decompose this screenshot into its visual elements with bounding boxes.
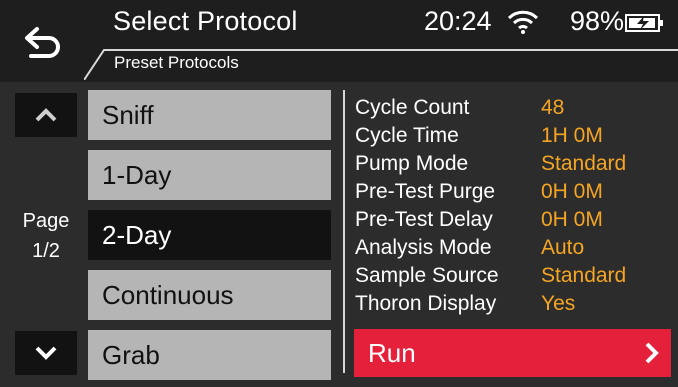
page-indicator: Page 1/2 xyxy=(8,206,84,266)
battery-percent: 98% xyxy=(570,6,625,36)
chevron-down-icon xyxy=(35,346,57,360)
detail-key: Thoron Display xyxy=(355,292,497,315)
detail-value: Standard xyxy=(541,264,627,287)
protocol-2-day-button[interactable]: 2-Day xyxy=(88,210,331,260)
protocol-grab-button[interactable]: Grab xyxy=(88,330,331,380)
run-button[interactable]: Run xyxy=(354,329,671,377)
detail-value: 1H 0M xyxy=(541,124,603,147)
detail-value: 0H 0M xyxy=(541,180,603,203)
back-button[interactable] xyxy=(4,8,82,78)
protocol-sniff-button[interactable]: Sniff xyxy=(88,90,331,140)
page-up-button[interactable] xyxy=(15,93,77,137)
detail-value: Yes xyxy=(541,292,576,315)
back-arrow-icon xyxy=(25,27,60,58)
detail-key: Cycle Time xyxy=(355,124,459,147)
detail-value: Standard xyxy=(541,152,627,175)
protocol-continuous-button[interactable]: Continuous xyxy=(88,270,331,320)
page-title: Select Protocol xyxy=(113,6,298,36)
page-label: Page xyxy=(22,210,70,232)
protocol-1-day-button[interactable]: 1-Day xyxy=(88,150,331,200)
battery-charging-icon xyxy=(625,14,663,32)
chevron-right-icon xyxy=(645,342,659,364)
detail-key: Pre-Test Purge xyxy=(355,180,496,203)
detail-key: Pump Mode xyxy=(355,152,469,175)
run-label: Run xyxy=(368,337,416,368)
page-down-button[interactable] xyxy=(15,331,77,375)
panel-divider xyxy=(343,90,345,373)
detail-key: Sample Source xyxy=(355,264,499,287)
subtitle-label: Preset Protocols xyxy=(114,53,239,72)
status-clock: 20:24 xyxy=(424,6,492,36)
detail-key: Analysis Mode xyxy=(355,236,492,259)
detail-value: 48 xyxy=(541,96,565,119)
detail-value: Auto xyxy=(541,236,585,259)
wifi-icon xyxy=(507,10,539,34)
detail-value: 0H 0M xyxy=(541,208,603,231)
detail-key: Pre-Test Delay xyxy=(355,208,493,231)
chevron-up-icon xyxy=(35,108,57,122)
screen: Select Protocol 20:24 98% Preset Protoco… xyxy=(0,0,678,387)
page-number: 1/2 xyxy=(32,240,60,262)
detail-key: Cycle Count xyxy=(355,96,470,119)
